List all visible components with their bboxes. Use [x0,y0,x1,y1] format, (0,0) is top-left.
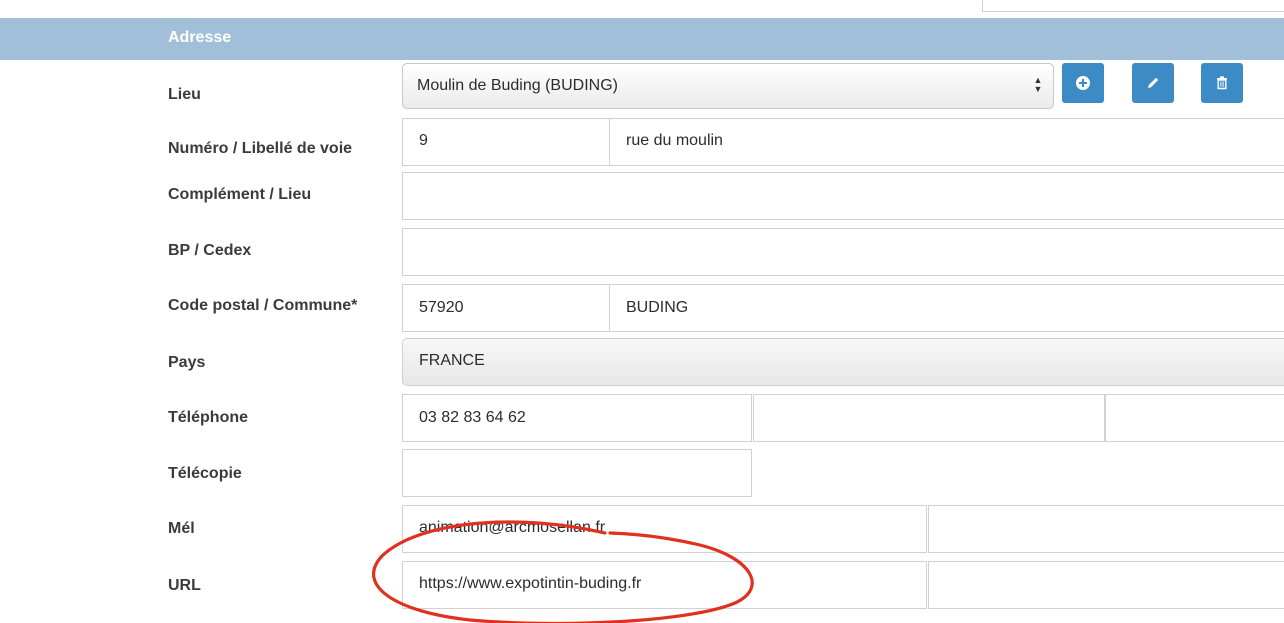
trash-icon [1217,76,1227,90]
label-complement: Complément / Lieu [168,186,312,203]
telephone-field-1[interactable]: 03 82 83 64 62 [402,394,752,442]
mel-field-1[interactable]: animation@arcmosellan.fr [402,505,927,553]
libelle-voie-field[interactable]: rue du moulin [609,118,1284,166]
telephone-field-2[interactable] [753,394,1105,442]
top-input-edge[interactable] [982,0,1284,12]
lieu-select-value: Moulin de Buding (BUDING) [417,77,618,94]
label-numero-voie: Numéro / Libellé de voie [168,140,353,157]
url-field-2[interactable] [928,561,1284,609]
label-telephone: Téléphone [168,409,249,426]
pencil-icon [1148,77,1159,88]
telephone-field-3[interactable] [1105,394,1284,442]
label-lieu: Lieu [168,86,201,103]
section-header: Adresse [0,18,1284,60]
commune-field[interactable]: BUDING [609,284,1284,332]
label-bp-cedex: BP / Cedex [168,242,252,259]
select-arrows-icon: ▲ ▼ [1033,75,1043,94]
add-lieu-button[interactable] [1062,63,1104,103]
lieu-select[interactable]: Moulin de Buding (BUDING) ▲ ▼ [402,63,1054,109]
plus-circle-icon [1076,76,1090,90]
label-pays: Pays [168,354,206,371]
telecopie-field[interactable] [402,449,752,497]
label-mel: Mél [168,520,195,537]
complement-field[interactable] [402,172,1284,220]
edit-lieu-button[interactable] [1132,63,1174,103]
label-code-postal-commune: Code postal / Commune* [168,297,358,314]
code-postal-field[interactable]: 57920 [402,284,610,332]
label-url: URL [168,577,201,594]
bp-cedex-field[interactable] [402,228,1284,276]
section-title: Adresse [168,29,232,46]
pays-select[interactable]: FRANCE [402,338,1284,386]
mel-field-2[interactable] [928,505,1284,553]
label-telecopie: Télécopie [168,465,242,482]
numero-field[interactable]: 9 [402,118,610,166]
delete-lieu-button[interactable] [1201,63,1243,103]
url-field-1[interactable]: https://www.expotintin-buding.fr [402,561,927,609]
